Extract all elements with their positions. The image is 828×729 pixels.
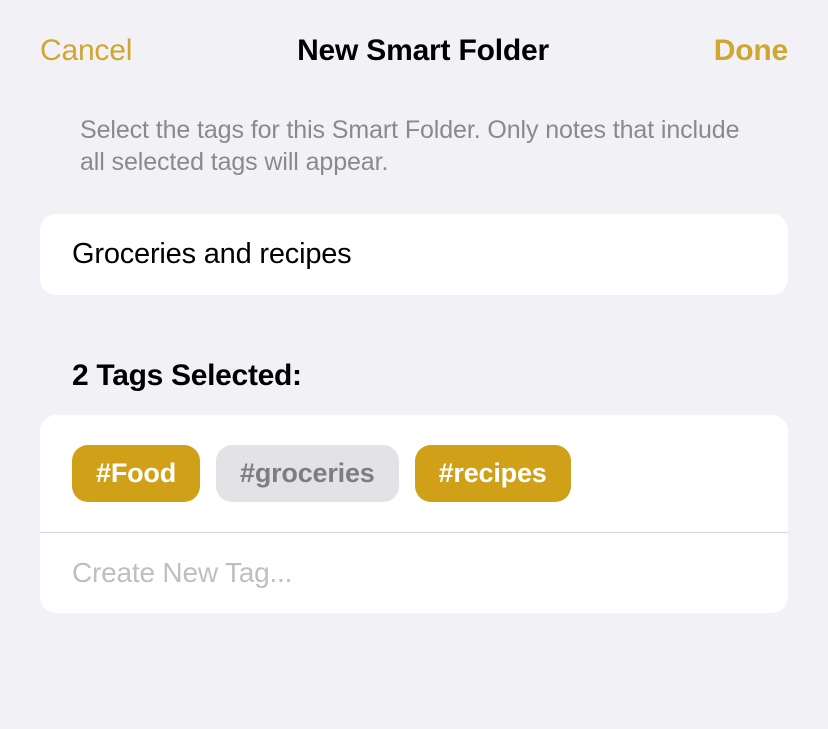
- tags-card: #Food #groceries #recipes: [40, 415, 788, 613]
- tags-row: #Food #groceries #recipes: [40, 415, 788, 532]
- create-tag-input[interactable]: [72, 557, 756, 589]
- folder-name-card: [40, 214, 788, 295]
- tag-recipes[interactable]: #recipes: [415, 445, 571, 502]
- create-tag-row: [40, 533, 788, 613]
- tag-food[interactable]: #Food: [72, 445, 200, 502]
- sheet-title: New Smart Folder: [297, 34, 549, 68]
- done-button[interactable]: Done: [714, 34, 788, 68]
- tags-selected-title: 2 Tags Selected:: [0, 295, 828, 415]
- new-smart-folder-sheet: Cancel New Smart Folder Done Select the …: [0, 0, 828, 729]
- folder-name-input[interactable]: [72, 238, 756, 271]
- cancel-button[interactable]: Cancel: [40, 34, 132, 68]
- description-text: Select the tags for this Smart Folder. O…: [0, 88, 828, 202]
- header-bar: Cancel New Smart Folder Done: [0, 0, 828, 88]
- tag-groceries[interactable]: #groceries: [216, 445, 399, 502]
